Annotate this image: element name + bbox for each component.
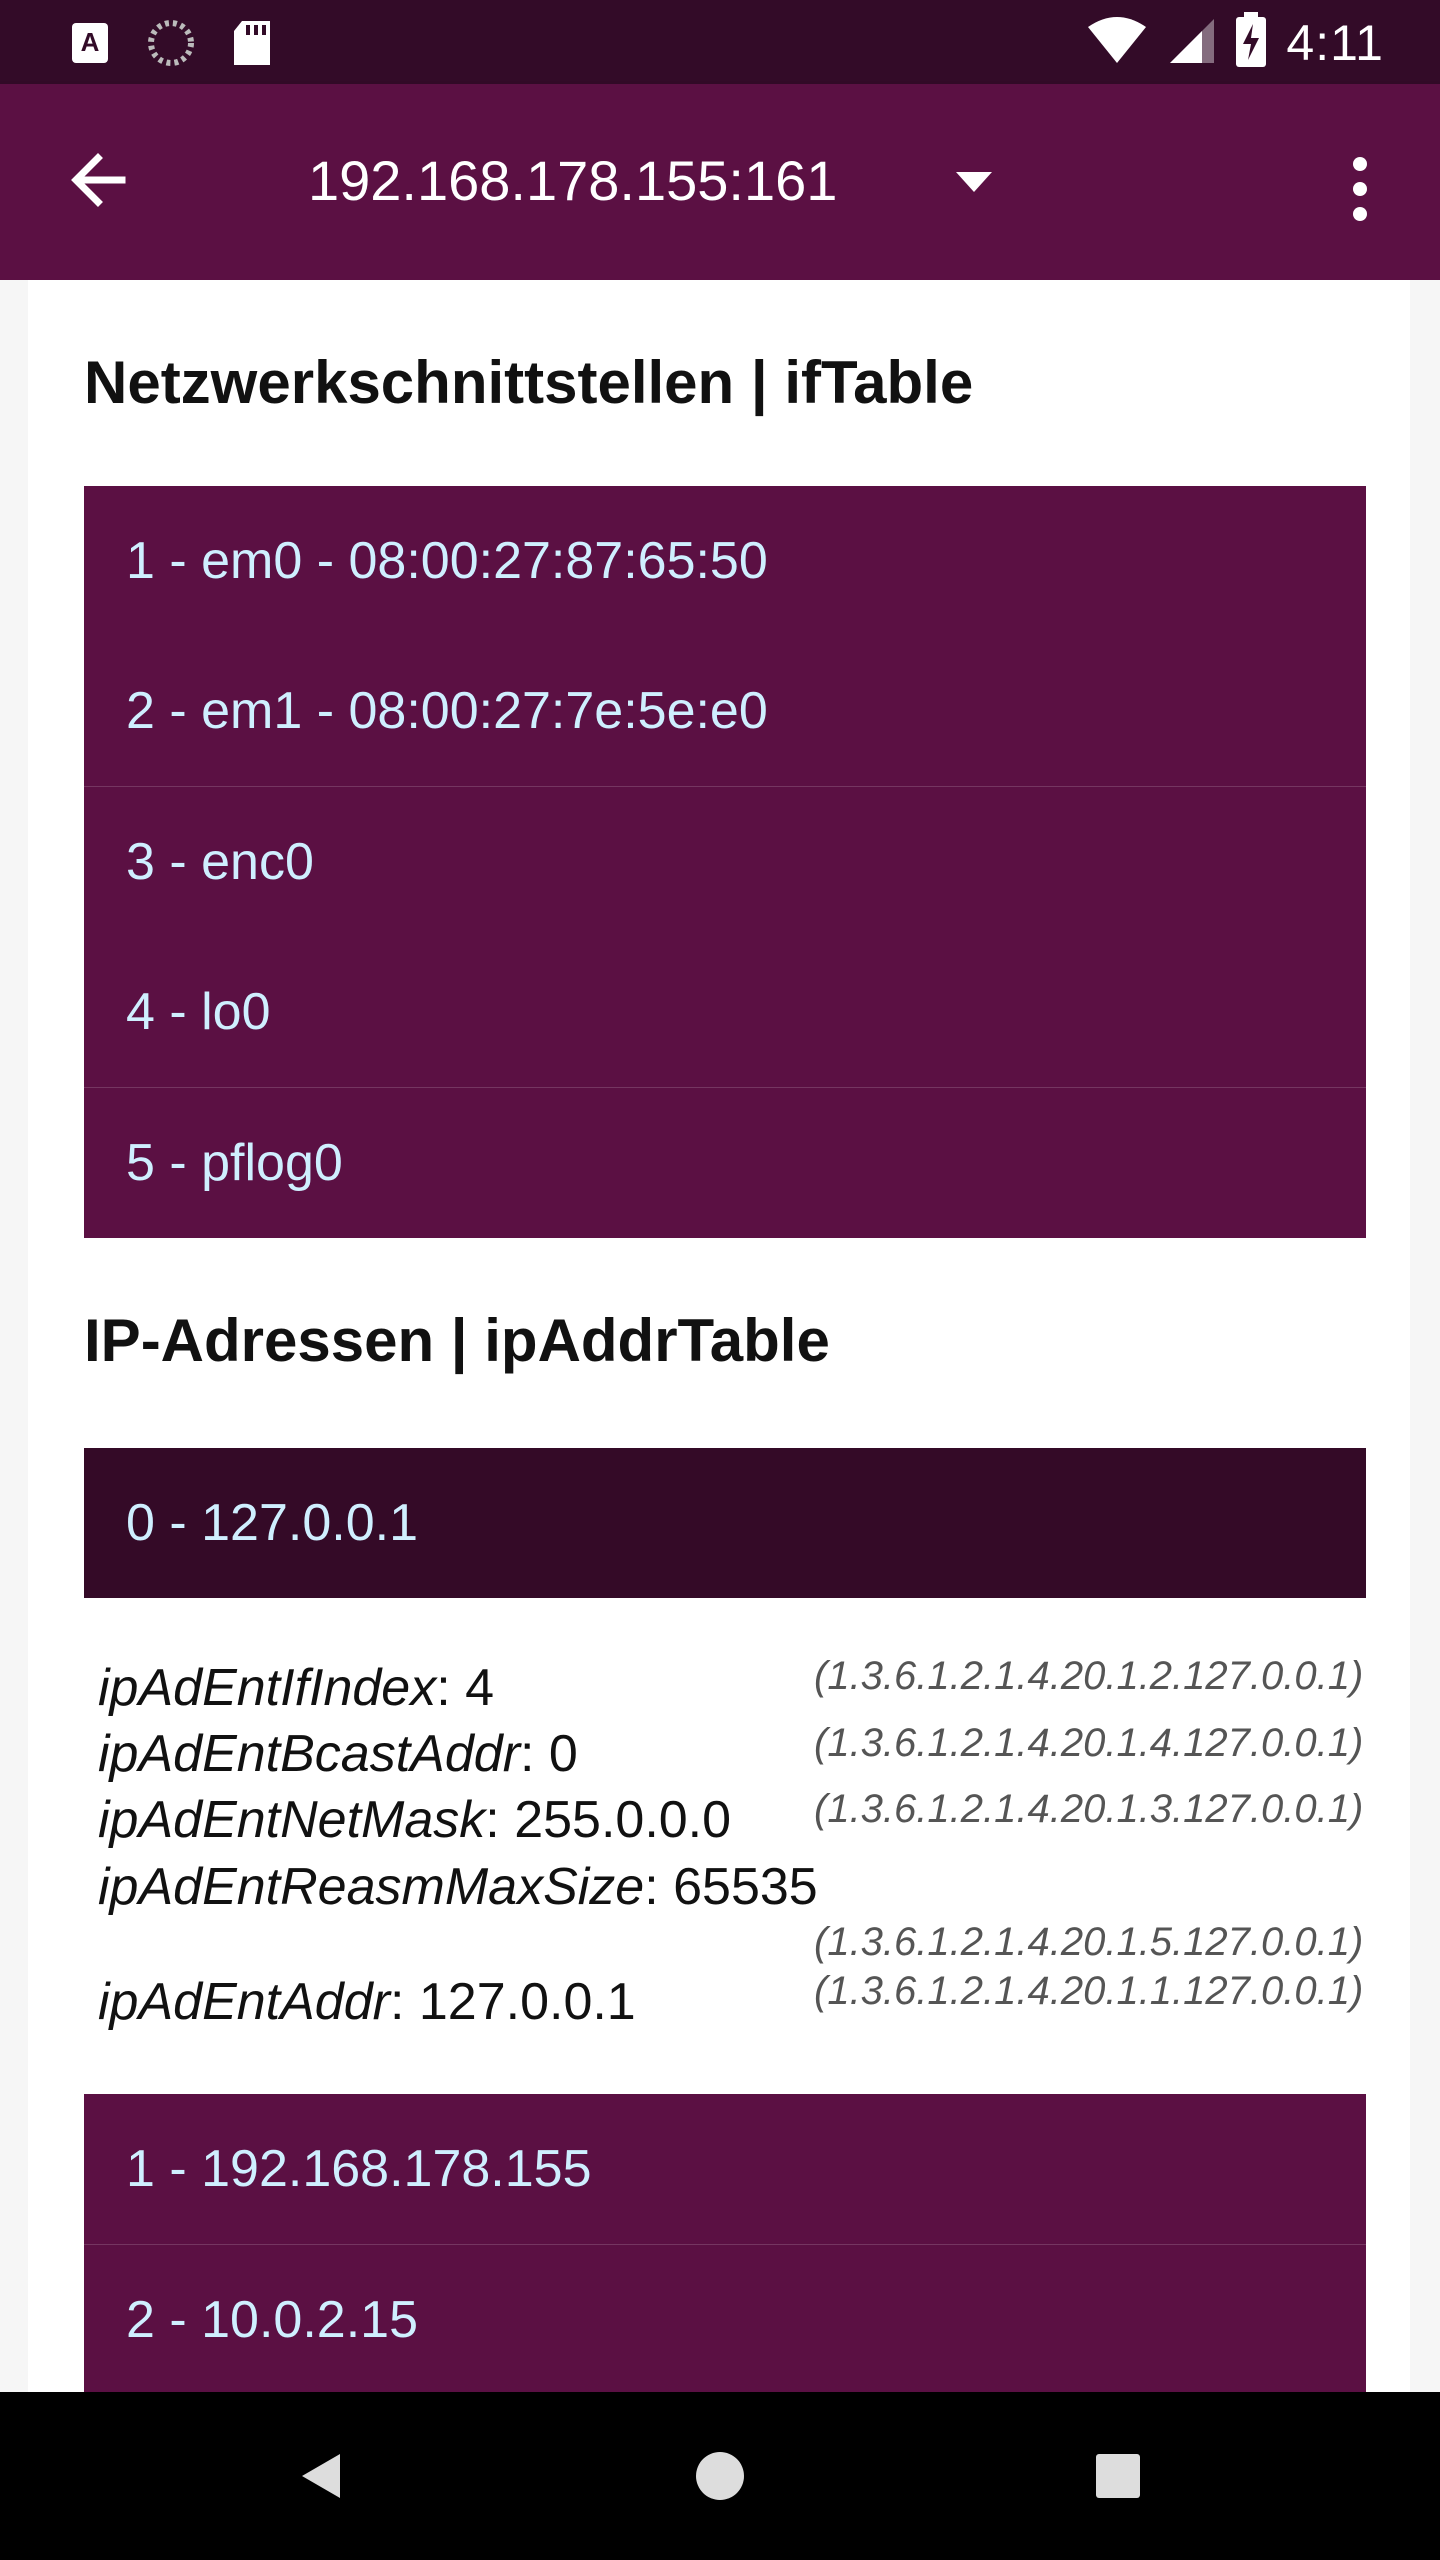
if-list-item[interactable]: 5 - pflog0 <box>84 1088 1366 1238</box>
detail-key: ipAdEntReasmMaxSize <box>98 1858 645 1916</box>
battery-charging-icon <box>1234 12 1268 73</box>
dropdown-arrow-icon <box>956 172 992 192</box>
svg-text:A: A <box>81 27 100 57</box>
app-bar: 192.168.178.155:161 <box>0 84 1440 280</box>
ip-list-item[interactable]: 2 - 10.0.2.15 <box>84 2245 1366 2395</box>
detail-oid: (1.3.6.1.2.1.4.20.1.2.127.0.0.1) <box>814 1654 1364 1698</box>
overflow-menu-icon <box>1353 157 1367 221</box>
if-list-item[interactable]: 3 - enc0 <box>84 787 1366 937</box>
content-card: Netzwerkschnittstellen | ifTable 1 - em0… <box>28 280 1410 2395</box>
detail-key: ipAdEntNetMask <box>98 1791 486 1849</box>
detail-key: ipAdEntBcastAddr <box>98 1725 521 1783</box>
detail-oid: (1.3.6.1.2.1.4.20.1.4.127.0.0.1) <box>814 1721 1364 1765</box>
detail-row: ipAdEntBcastAddr: 0 <box>98 1724 578 1784</box>
if-list-item[interactable]: 4 - lo0 <box>84 937 1366 1087</box>
signal-icon <box>1166 15 1216 70</box>
detail-oid: (1.3.6.1.2.1.4.20.1.5.127.0.0.1) <box>814 1920 1364 1964</box>
ip-section-title: IP-Adressen | ipAddrTable <box>84 1307 830 1374</box>
detail-value: : 0 <box>520 1725 578 1783</box>
back-triangle-icon <box>302 2454 340 2498</box>
home-circle-icon <box>696 2452 744 2500</box>
detail-value: : 4 <box>436 1659 495 1717</box>
if-list-item[interactable]: 2 - em1 - 08:00:27:7e:5e:e0 <box>84 636 1366 786</box>
back-button[interactable] <box>62 142 138 218</box>
content-area[interactable]: Netzwerkschnittstellen | ifTable 1 - em0… <box>0 280 1440 2395</box>
nav-back-button[interactable] <box>292 2446 352 2506</box>
detail-row: ipAdEntReasmMaxSize: 65535 <box>98 1857 818 1917</box>
ip-list-item-selected[interactable]: 0 - 127.0.0.1 <box>84 1448 1366 1598</box>
status-time: 4:11 <box>1286 14 1384 71</box>
loading-icon <box>146 18 196 73</box>
ip-list-item[interactable]: 1 - 192.168.178.155 <box>84 2094 1366 2244</box>
detail-key: ipAdEntAddr <box>98 1973 390 2031</box>
detail-row: ipAdEntIfIndex: 4 <box>98 1658 494 1718</box>
navigation-bar <box>0 2392 1440 2560</box>
detail-oid: (1.3.6.1.2.1.4.20.1.1.127.0.0.1) <box>814 1969 1364 2013</box>
detail-oid: (1.3.6.1.2.1.4.20.1.3.127.0.0.1) <box>814 1787 1364 1831</box>
app-title: 192.168.178.155:161 <box>308 149 838 212</box>
back-arrow-icon <box>71 153 126 207</box>
detail-row: ipAdEntNetMask: 255.0.0.0 <box>98 1790 731 1850</box>
if-list-item[interactable]: 1 - em0 - 08:00:27:87:65:50 <box>84 486 1366 636</box>
detail-key: ipAdEntIfIndex <box>98 1659 437 1717</box>
nav-recents-button[interactable] <box>1088 2446 1148 2506</box>
host-dropdown-button[interactable] <box>952 166 996 196</box>
nav-home-button[interactable] <box>690 2446 750 2506</box>
if-section-title: Netzwerkschnittstellen | ifTable <box>84 349 974 416</box>
overflow-menu-button[interactable] <box>1340 154 1380 224</box>
status-bar: A 4:11 <box>0 0 1440 84</box>
sd-card-icon <box>232 19 272 72</box>
text-a-icon: A <box>70 21 110 70</box>
ip-table-list: 1 - 192.168.178.155 2 - 10.0.2.15 <box>84 2094 1366 2395</box>
detail-row: ipAdEntAddr: 127.0.0.1 <box>98 1972 636 2032</box>
recents-square-icon <box>1096 2454 1140 2498</box>
wifi-icon <box>1086 15 1148 70</box>
if-table-list: 1 - em0 - 08:00:27:87:65:50 2 - em1 - 08… <box>84 486 1366 1238</box>
detail-value: : 65535 <box>644 1858 818 1916</box>
detail-value: : 127.0.0.1 <box>389 1973 636 2031</box>
detail-value: : 255.0.0.0 <box>485 1791 732 1849</box>
